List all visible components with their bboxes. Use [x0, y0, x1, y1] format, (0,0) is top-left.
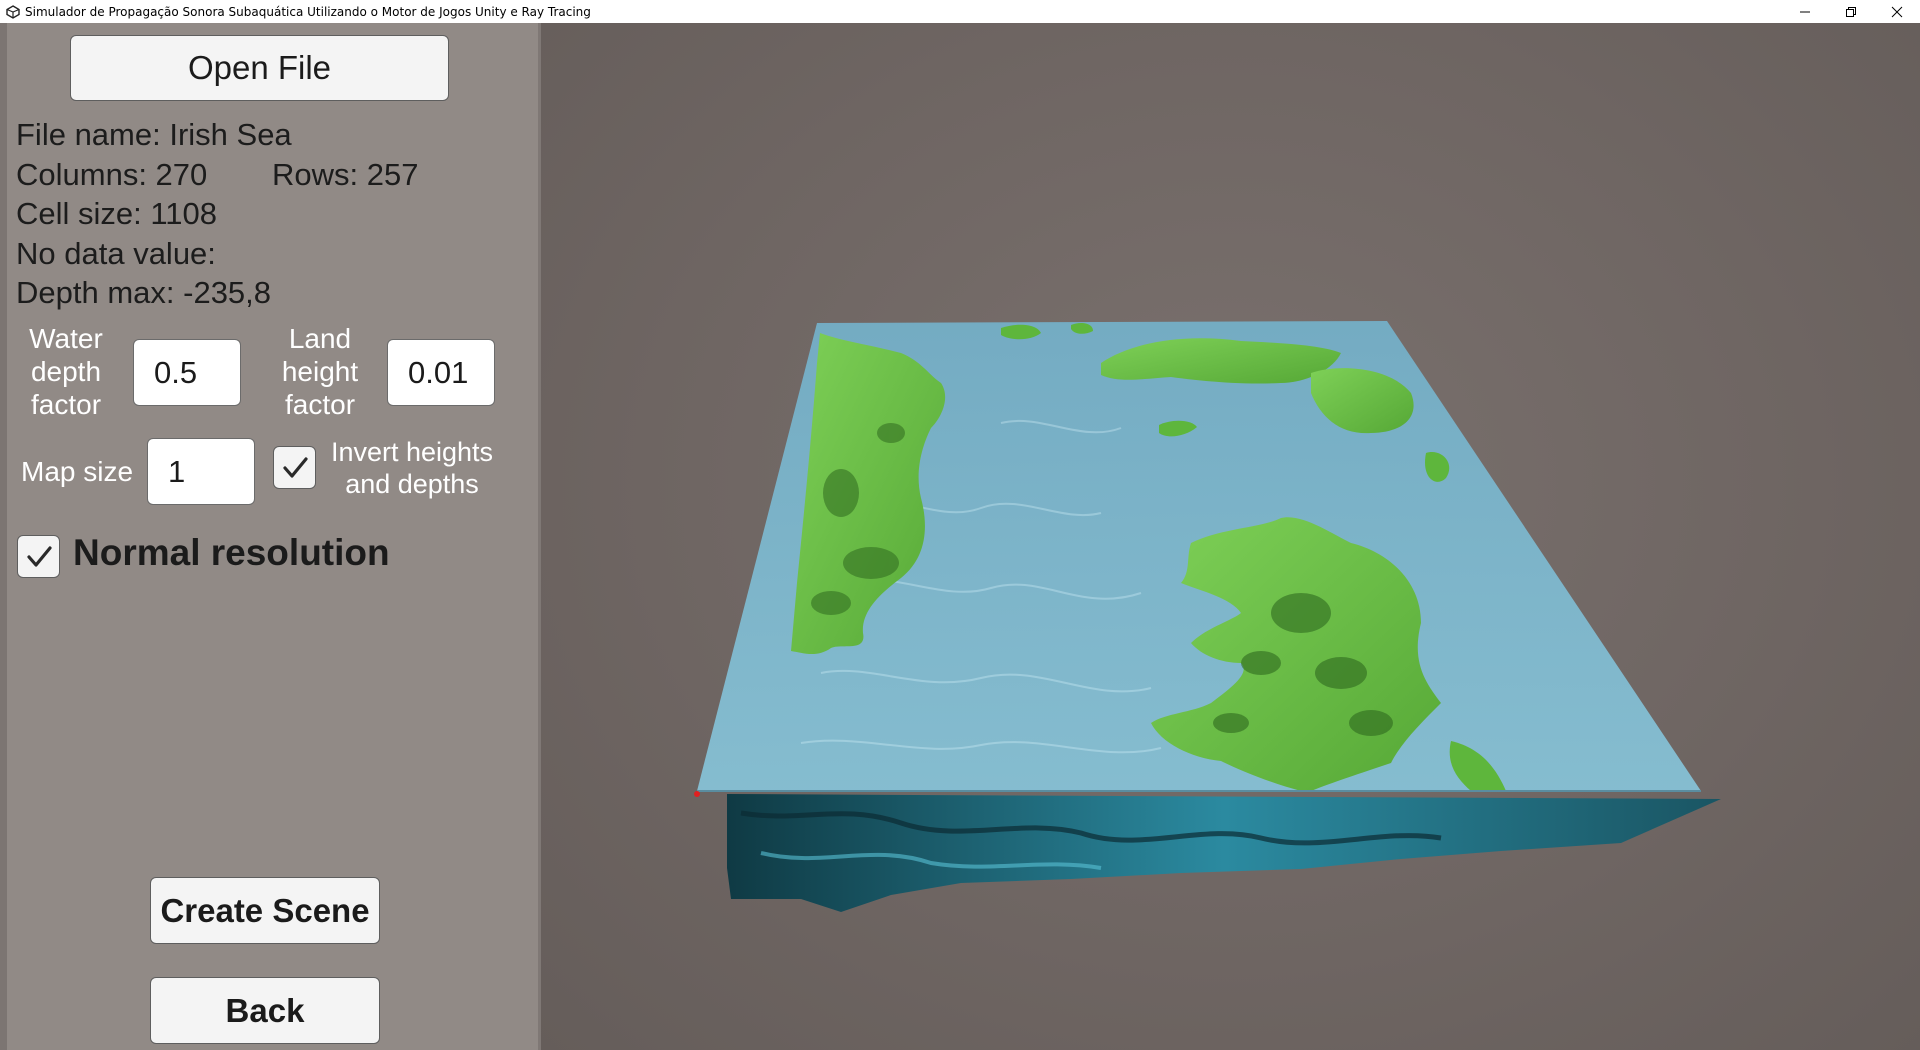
- unity-icon: [4, 3, 22, 21]
- water-depth-factor-input[interactable]: 0.5: [133, 339, 241, 406]
- no-data-value-label: No data value:: [16, 236, 216, 271]
- create-scene-button[interactable]: Create Scene: [150, 877, 380, 944]
- rows-label: Rows: 257: [272, 157, 419, 192]
- normal-resolution-label: Normal resolution: [73, 532, 390, 573]
- depth-max-label: Depth max: -235,8: [16, 275, 272, 310]
- land-height-factor-input[interactable]: 0.01: [387, 339, 495, 406]
- restore-button[interactable]: [1828, 0, 1874, 23]
- minimize-icon: [1800, 11, 1810, 12]
- window-title: Simulador de Propagação Sonora Subaquáti…: [25, 4, 591, 19]
- normal-resolution-checkbox[interactable]: [17, 535, 60, 578]
- open-file-button[interactable]: Open File: [70, 35, 449, 101]
- origin-marker: [694, 791, 700, 797]
- map-size-input[interactable]: 1: [147, 438, 255, 505]
- columns-label: Columns: 270: [16, 157, 208, 192]
- back-button[interactable]: Back: [150, 977, 380, 1044]
- invert-heights-label: Invert heights and depths: [330, 437, 494, 499]
- file-name-label: File name: Irish Sea: [16, 117, 292, 152]
- window-controls: [1782, 0, 1920, 23]
- land-height-factor-label: Land height factor: [281, 323, 359, 420]
- minimize-button[interactable]: [1782, 0, 1828, 23]
- title-bar: Simulador de Propagação Sonora Subaquáti…: [0, 0, 1920, 24]
- close-button[interactable]: [1874, 0, 1920, 23]
- restore-icon: [1846, 6, 1856, 17]
- terrain-map-3d: [694, 321, 1721, 912]
- scene-viewport[interactable]: [541, 23, 1920, 1050]
- checkmark-icon: [282, 456, 308, 478]
- app-window: Simulador de Propagação Sonora Subaquáti…: [0, 0, 1920, 1050]
- cell-size-label: Cell size: 1108: [16, 196, 218, 231]
- map-size-label: Map size: [21, 456, 134, 487]
- invert-heights-checkbox[interactable]: [273, 446, 316, 489]
- water-depth-factor-label: Water depth factor: [29, 323, 103, 420]
- checkmark-icon: [26, 545, 52, 567]
- close-icon: [1891, 6, 1903, 17]
